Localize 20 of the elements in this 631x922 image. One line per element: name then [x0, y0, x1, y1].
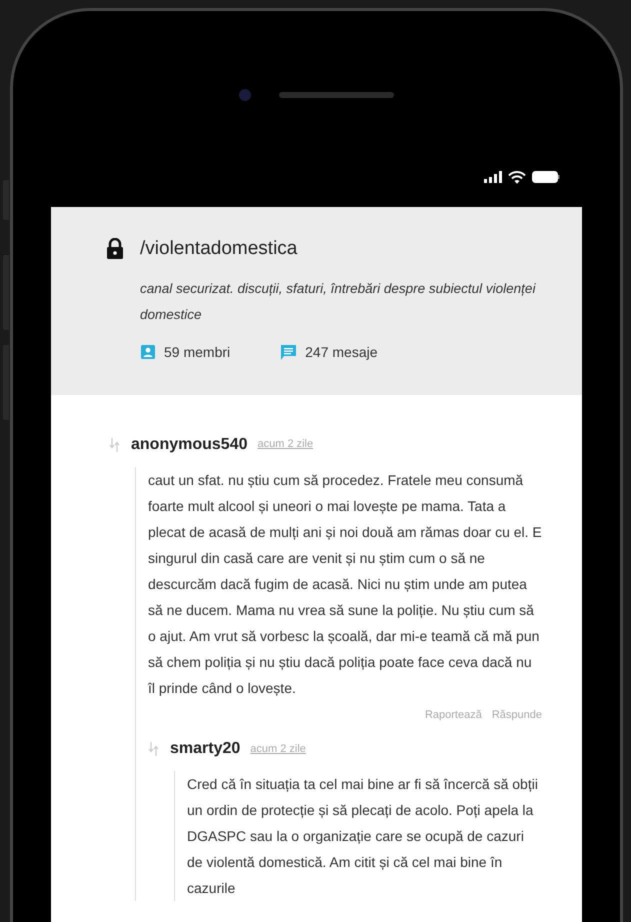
comment-action-link[interactable]: Răspunde — [492, 706, 542, 723]
comment-action-link[interactable]: Raportează — [424, 706, 482, 723]
wifi-icon — [508, 170, 526, 184]
person-icon — [140, 344, 156, 360]
comment-time[interactable]: acum 2 zile — [257, 436, 314, 453]
channel-stat: 59 membri — [164, 342, 230, 362]
signal-icon — [484, 171, 502, 183]
channel-description: canal securizat. discuții, sfaturi, întrebări despre subiectul violenței domestice — [140, 280, 537, 324]
comment-time[interactable]: acum 2 zile — [250, 740, 306, 758]
channel-name: /violentadomestica — [140, 237, 298, 261]
comment-author[interactable]: smarty20 — [170, 737, 240, 761]
comment-text: caut un sfat. nu știu cum să procedez. Fratele meu consumă foarte mult alcool și uneori o mai lovește pe mama. Tata a plecat de acasă de mulți ani și noi două am rămas doar cu el. E singurul din casă care are venit și nu știm cum o să ne descurcăm dacă fugim de acasă. Nici nu știm unde am putea să ne ducem. Mama nu vrea să sune la poliție. Nu știu cum să o ajut. Am vrut să vorbesc la școală, dar mi-e teamă că mă pun să chem poliția și nu știu dacă poliția poate face ceva dacă nu îl prinde când o lovește. — [148, 470, 542, 698]
battery-icon — [532, 171, 560, 183]
camera-icon — [239, 89, 251, 101]
vote-arrows-icon[interactable] — [148, 741, 160, 757]
comment-text: Cred că în situația ta cel mai bine ar fi să încercă să obții un ordin de protecție și să plecați de acolo. Poți apela la DGASPC sau la o organizație care se ocupă de cazuri de violentă domestică. Am citit și că cel mai bine în cazurile — [187, 775, 539, 898]
chat-icon — [280, 344, 298, 360]
comment-author[interactable]: anonymous540 — [131, 432, 248, 456]
vote-arrows-icon[interactable] — [109, 436, 121, 452]
channel-stat: 247 mesaje — [305, 342, 378, 362]
